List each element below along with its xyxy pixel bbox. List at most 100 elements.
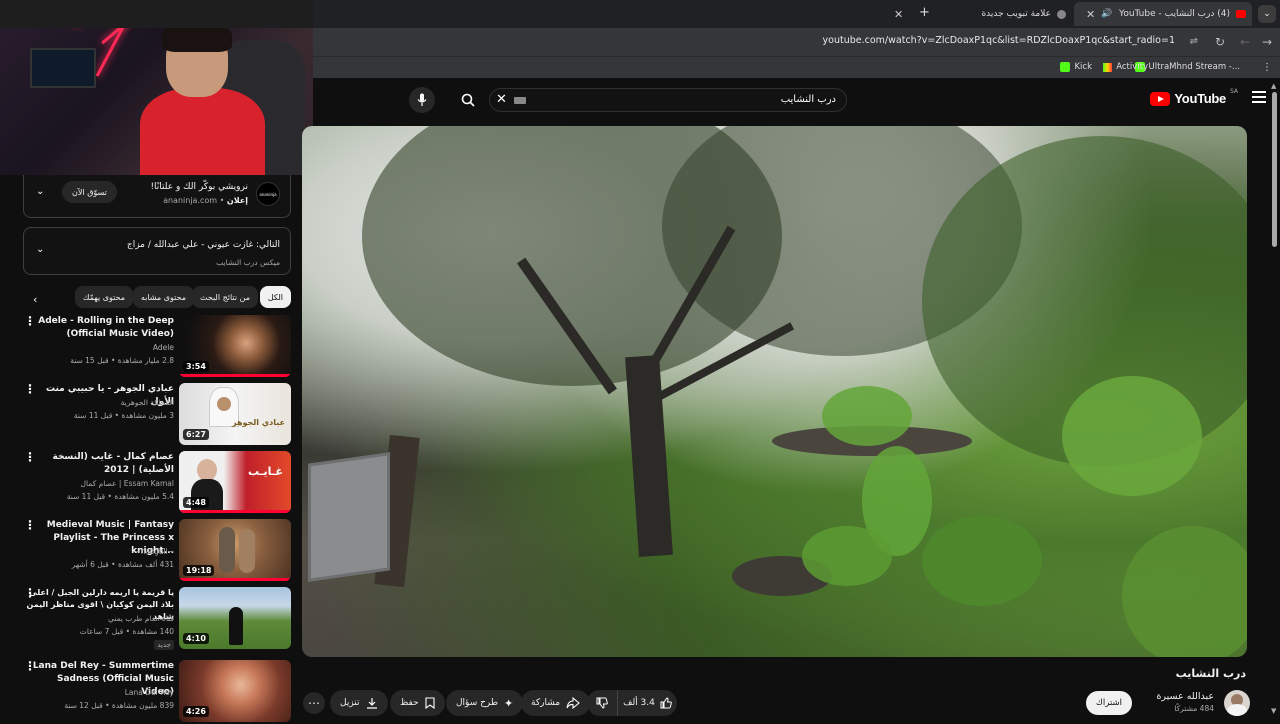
more-options-icon[interactable]: ⋮ xyxy=(24,587,36,599)
search-icon xyxy=(461,93,475,107)
region-code: SA xyxy=(1229,88,1238,95)
ad-card[interactable]: ananinja نرويشي بوكّر الك و علتانًا! إعل… xyxy=(23,175,291,218)
tab-youtube[interactable]: (4) درب النشايب - YouTube 🔊 ✕ xyxy=(1074,2,1252,26)
bookmarks-overflow-icon[interactable]: ⋮ xyxy=(1262,62,1272,73)
activity-icon xyxy=(1103,62,1113,72)
scroll-down-icon[interactable]: ▼ xyxy=(1271,707,1276,715)
video-title[interactable]: Adele - Rolling in the Deep (Official Mu… xyxy=(24,315,174,341)
channel-avatar[interactable] xyxy=(1224,690,1250,716)
chip-all[interactable]: الكل xyxy=(259,286,291,308)
video-thumbnail[interactable]: عبادي الجوهر 6:27 xyxy=(179,383,291,445)
like-dislike-group: 3.4 ألف xyxy=(587,690,677,716)
video-channel[interactable]: قناة انغام طرب يمني xyxy=(108,614,174,623)
youtube-logo[interactable]: YouTube SA xyxy=(1150,88,1238,106)
video-thumbnail[interactable]: 19:18 xyxy=(179,519,291,581)
sidebar: ananinja نرويشي بوكّر الك و علتانًا! إعل… xyxy=(0,175,300,722)
page-scrollbar[interactable] xyxy=(1272,92,1277,247)
dislike-button[interactable] xyxy=(587,690,617,716)
video-meta: 431 ألف مشاهدة • قبل 6 أشهر xyxy=(71,560,174,569)
video-channel[interactable]: Essam Kamal | عصام كمال xyxy=(81,479,174,488)
sidebar-video[interactable]: غـايـب 4:48 عصام كمال - غايب (النسخة الأ… xyxy=(0,451,300,515)
sidebar-video[interactable]: عبادي الجوهر 6:27 عبادي الجوهر - يا حبيب… xyxy=(0,383,300,447)
scroll-up-icon[interactable]: ▲ xyxy=(1271,82,1276,90)
bookmark-label: Activity xyxy=(1116,62,1148,72)
like-count: 3.4 ألف xyxy=(623,698,655,708)
chip-for-you[interactable]: محتوى يهمّك xyxy=(74,286,133,308)
chips-prev-icon[interactable]: ‹ xyxy=(33,293,37,306)
clear-search-icon[interactable]: ✕ xyxy=(496,92,507,107)
video-channel[interactable]: Lana Del Rey xyxy=(125,688,174,697)
chip-search-results[interactable]: من نتائج البحث xyxy=(191,286,258,308)
search-input[interactable]: درب النشايب ✕ xyxy=(489,88,847,112)
ask-button[interactable]: ✦ طرح سؤال xyxy=(446,690,524,716)
video-meta: 140 مشاهدة • قبل 7 ساعات xyxy=(79,627,174,636)
watch-progress xyxy=(179,374,291,377)
like-button[interactable]: 3.4 ألف xyxy=(617,690,677,716)
more-options-icon[interactable]: ⋮ xyxy=(24,519,36,531)
bookmark-icon xyxy=(425,697,435,709)
subscribe-button[interactable]: اشتراك xyxy=(1085,691,1132,715)
search-button[interactable] xyxy=(453,88,483,112)
tab-close-icon[interactable]: ✕ xyxy=(1086,8,1095,21)
more-options-icon[interactable]: ⋮ xyxy=(24,660,36,672)
save-button[interactable]: حفظ xyxy=(390,690,445,716)
chrome-favicon xyxy=(1057,9,1066,19)
video-meta: 2.8 مليار مشاهدة • قبل 15 سنة xyxy=(70,356,174,365)
tab-search-button[interactable]: ⌄ xyxy=(1258,5,1276,23)
bookmark-ultramhnd[interactable]: UltraMhnd Stream -... xyxy=(1134,62,1240,72)
back-icon[interactable]: → xyxy=(1262,35,1272,49)
share-button[interactable]: مشاركة xyxy=(521,690,591,716)
keyboard-icon[interactable] xyxy=(514,97,526,104)
more-options-icon[interactable]: ⋮ xyxy=(24,383,36,395)
search-query: درب النشايب xyxy=(780,94,836,105)
video-duration: 4:48 xyxy=(183,497,209,508)
tab-new-tab-label: علامة تبويب جديدة xyxy=(981,9,1051,19)
tab-new-tab[interactable]: علامة تبويب جديدة ✕ xyxy=(882,2,1072,26)
tab-strip: ⌄ (4) درب النشايب - YouTube 🔊 ✕ علامة تب… xyxy=(313,0,1280,28)
voice-search-button[interactable] xyxy=(409,87,435,113)
bookmark-activity[interactable]: Activity xyxy=(1103,62,1148,72)
video-thumbnail[interactable]: 3:54 xyxy=(179,315,291,377)
site-info-icon[interactable]: ⇌ xyxy=(1190,36,1198,47)
video-meta: 5.4 مليون مشاهدة • قبل 11 سنة xyxy=(66,492,174,501)
video-channel[interactable]: ~nazgull~ xyxy=(134,547,174,556)
chevron-down-icon[interactable]: ⌄ xyxy=(36,186,44,197)
sidebar-video[interactable]: 4:10 يا قريمة يا اريمه دارلين الجبل / اع… xyxy=(0,587,300,651)
video-thumbnail[interactable]: غـايـب 4:48 xyxy=(179,451,291,513)
sidebar-video[interactable]: 3:54 Adele - Rolling in the Deep (Offici… xyxy=(0,315,300,379)
thumbs-down-icon xyxy=(596,697,608,709)
new-tab-button[interactable]: + xyxy=(919,5,930,20)
more-options-icon[interactable]: ⋮ xyxy=(24,451,36,463)
sidebar-video[interactable]: 4:26 Lana Del Rey - Summertime Sadness (… xyxy=(0,660,300,724)
up-next-card[interactable]: التالي: غازت عيوني - علي عبدالله / مزاج … xyxy=(23,227,291,275)
tab-close-icon[interactable]: ✕ xyxy=(894,8,903,21)
video-meta: 3 مليون مشاهدة • قبل 11 سنة xyxy=(73,411,174,420)
url-text[interactable]: youtube.com/watch?v=ZlcDoaxP1qc&list=RDZ… xyxy=(823,35,1175,46)
channel-name[interactable]: عبدالله عسيرة xyxy=(1156,691,1214,702)
reload-icon[interactable]: ↻ xyxy=(1215,35,1225,49)
video-thumbnail[interactable]: 4:10 xyxy=(179,587,291,649)
youtube-favicon xyxy=(1236,10,1246,18)
video-channel[interactable]: المملكة الجوهرية xyxy=(121,398,174,407)
chevron-down-icon[interactable]: ⌄ xyxy=(36,244,44,255)
more-options-icon[interactable]: ⋮ xyxy=(24,315,36,327)
forward-icon[interactable]: ← xyxy=(1240,35,1250,49)
video-thumbnail[interactable]: 4:26 xyxy=(179,660,291,722)
tab-youtube-label: (4) درب النشايب - YouTube xyxy=(1119,9,1230,19)
address-bar: → ← ↻ ⇌ youtube.com/watch?v=ZlcDoaxP1qc&… xyxy=(313,28,1280,56)
download-button[interactable]: تنزيل xyxy=(330,690,388,716)
bookmark-kick[interactable]: Kick xyxy=(1060,62,1092,72)
save-label: حفظ xyxy=(400,698,419,708)
ad-title[interactable]: نرويشي بوكّر الك و علتانًا! xyxy=(150,182,248,192)
new-badge: جديد xyxy=(154,640,174,650)
up-next-title: التالي: غازت عيوني - علي عبدالله / مزاج xyxy=(126,240,280,250)
bookmark-label: UltraMhnd Stream -... xyxy=(1148,62,1240,72)
hamburger-menu-icon[interactable] xyxy=(1252,91,1266,103)
video-player[interactable] xyxy=(302,126,1247,657)
ad-cta-button[interactable]: تسوّق الآن xyxy=(62,181,117,203)
sidebar-video[interactable]: 19:18 Medieval Music | Fantasy Playlist … xyxy=(0,519,300,583)
video-meta: 839 مليون مشاهدة • قبل 12 سنة xyxy=(64,701,174,710)
chip-related[interactable]: محتوى مشابه xyxy=(132,286,194,308)
video-title[interactable]: عصام كمال - غايب (النسخة الأصلية) | 2012 xyxy=(24,451,174,477)
video-channel[interactable]: Adele xyxy=(153,343,174,352)
